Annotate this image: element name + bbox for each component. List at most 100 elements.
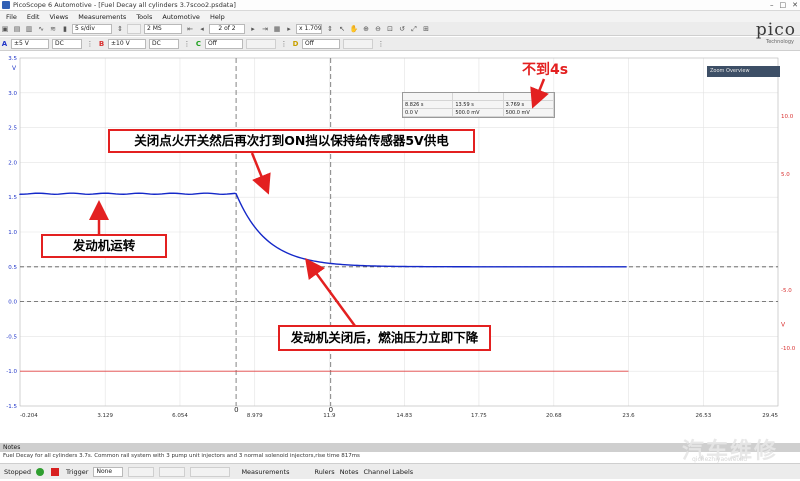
menu-measurements[interactable]: Measurements [78, 13, 126, 21]
channel-a-icon[interactable]: A [0, 39, 9, 49]
time-axis-tick: 14.83 [396, 413, 412, 419]
close-button[interactable]: ✕ [792, 1, 798, 9]
channel-b-coupling[interactable]: DC [149, 38, 179, 49]
left-axis-tick: -1.0 [6, 369, 17, 375]
channel-b-options-icon[interactable]: ⋮ [182, 39, 192, 49]
channel-d-state[interactable]: Off [302, 38, 340, 49]
zoom-fit-icon[interactable]: ⤢ [409, 24, 419, 34]
run-state: Stopped [4, 467, 32, 476]
zoom-out-icon[interactable]: ⊖ [373, 24, 383, 34]
buffer-icon[interactable]: ▦ [272, 24, 282, 34]
persistence-icon[interactable]: ≋ [48, 24, 58, 34]
menu-edit[interactable]: Edit [27, 13, 40, 21]
scope-mode-icon[interactable]: ∿ [36, 24, 46, 34]
measurements-button[interactable]: Measurements [241, 468, 289, 476]
capture-toolbar: ▣ ▤ ▥ ∿ ≋ ▮ 5 s/div ⇕ 2 MS ⇤ ◂ 2 of 2 ▸ … [0, 22, 800, 36]
app-icon [2, 1, 10, 9]
zoom-overview-title: Zoom Overview [710, 68, 750, 74]
zoom-undo-icon[interactable]: ↺ [397, 24, 407, 34]
start-button[interactable] [36, 467, 46, 476]
zoom-factor[interactable]: x 1.709 [296, 23, 322, 34]
notes-header[interactable]: Notes [0, 443, 800, 452]
left-axis-tick: 1.5 [8, 195, 17, 201]
page-first-icon[interactable]: ⇤ [185, 24, 195, 34]
menu-views[interactable]: Views [49, 13, 68, 21]
trigger-select[interactable]: None [93, 466, 124, 477]
channel-c-coupling[interactable] [246, 38, 276, 49]
right-axis-tick: 10.0 [781, 114, 794, 120]
trigger-arm-select[interactable] [127, 23, 141, 34]
channel-a-coupling[interactable]: DC [52, 38, 82, 49]
open-icon[interactable]: ▣ [0, 24, 10, 34]
rulers-tool-icon[interactable]: ⊞ [421, 24, 431, 34]
zoom-region-icon[interactable]: ⊡ [385, 24, 395, 34]
annotation-engine-running: 发动机运转 [41, 234, 167, 258]
annotation-duration: 不到4s [522, 62, 569, 78]
channel-c-state[interactable]: Off [205, 38, 243, 49]
zoom-in-small-icon[interactable]: ▸ [284, 24, 294, 34]
trigger-label: Trigger [66, 467, 89, 476]
zoom-stepper-icon[interactable]: ⇕ [325, 24, 335, 34]
trigger-level[interactable] [159, 466, 186, 477]
hand-tool-icon[interactable]: ✋ [349, 24, 359, 34]
channel-labels-button[interactable]: Channel Labels [363, 468, 413, 476]
menu-help[interactable]: Help [210, 13, 225, 21]
right-axis-tick: 5.0 [781, 172, 790, 178]
timebase-select[interactable]: 5 s/div [72, 23, 112, 34]
save-icon[interactable]: ▤ [12, 24, 22, 34]
timebase-stepper-icon[interactable]: ⇕ [115, 24, 125, 34]
channel-b-icon[interactable]: B [97, 39, 106, 49]
channel-d-icon[interactable]: D [291, 39, 300, 49]
samples-select[interactable]: 2 MS [144, 23, 182, 34]
status-bar: Stopped Trigger None Measurements Rulers… [0, 463, 800, 479]
channel-c-options-icon[interactable]: ⋮ [279, 39, 289, 49]
window-title: PicoScope 6 Automotive - [Fuel Decay all… [13, 1, 236, 9]
channel-a-range[interactable]: ±5 V [11, 38, 49, 49]
channel-d-options-icon[interactable]: ⋮ [376, 39, 386, 49]
trigger-position[interactable] [190, 466, 231, 477]
annotation-ignition: 关闭点火开关然后再次打到ON挡以保持给传感器5V供电 [108, 129, 475, 153]
left-axis-tick: 1.0 [8, 230, 17, 236]
title-bar: PicoScope 6 Automotive - [Fuel Decay all… [0, 0, 800, 11]
ruler-header-row [403, 93, 554, 101]
page-prev-icon[interactable]: ◂ [197, 24, 207, 34]
zoom-in-icon[interactable]: ⊕ [361, 24, 371, 34]
menu-tools[interactable]: Tools [136, 13, 152, 21]
page-last-icon[interactable]: ⇥ [260, 24, 270, 34]
time-axis-tick: 23.6 [622, 413, 635, 419]
pico-logo: pico Technology [755, 20, 796, 46]
minimize-button[interactable]: – [770, 1, 774, 9]
pointer-tool-icon[interactable]: ↖ [337, 24, 347, 34]
time-axis-tick: 20.68 [546, 413, 562, 419]
page-next-icon[interactable]: ▸ [248, 24, 258, 34]
time-axis-tick: -0.204 [20, 413, 38, 419]
zoom-overview-panel[interactable]: Zoom Overview [707, 66, 780, 77]
time-ruler-label: 0 [234, 406, 238, 414]
notes-button[interactable]: Notes [340, 468, 359, 476]
channel-d-coupling[interactable] [343, 38, 373, 49]
menu-file[interactable]: File [6, 13, 17, 21]
watermark-subtext: qichezhiyaoweixiu [692, 456, 748, 463]
print-icon[interactable]: ▥ [24, 24, 34, 34]
right-axis-tick: -5.0 [781, 288, 792, 294]
notes-text[interactable]: Fuel Decay for all cylinders 3.7s. Commo… [0, 452, 800, 461]
maximize-button[interactable]: □ [780, 1, 787, 9]
time-ruler-label: 0 [329, 406, 333, 414]
left-axis-tick: 0.0 [8, 300, 17, 306]
menu-automotive[interactable]: Automotive [162, 13, 200, 21]
channel-toolbar: A ±5 V DC ⋮ B ±10 V DC ⋮ C Off ⋮ D Off ⋮ [0, 37, 800, 51]
left-axis-tick: 3.5 [8, 56, 17, 62]
time-axis-tick: 3.129 [97, 413, 113, 419]
channel-a-options-icon[interactable]: ⋮ [85, 39, 95, 49]
channel-b-range[interactable]: ±10 V [108, 38, 146, 49]
left-axis-tick: 2.0 [8, 160, 17, 166]
ruler-volt-1: 0.0 V [403, 109, 454, 116]
ruler-voltage-row: 0.0 V 500.0 mV 500.0 mV [403, 109, 554, 117]
page-indicator: 2 of 2 [209, 23, 245, 34]
rulers-button[interactable]: Rulers [314, 468, 334, 476]
trigger-channel-select[interactable] [128, 466, 155, 477]
stop-button[interactable] [51, 467, 61, 476]
ruler-time-1: 8.826 s [403, 101, 454, 108]
channel-c-icon[interactable]: C [194, 39, 203, 49]
spectrum-icon[interactable]: ▮ [60, 24, 70, 34]
